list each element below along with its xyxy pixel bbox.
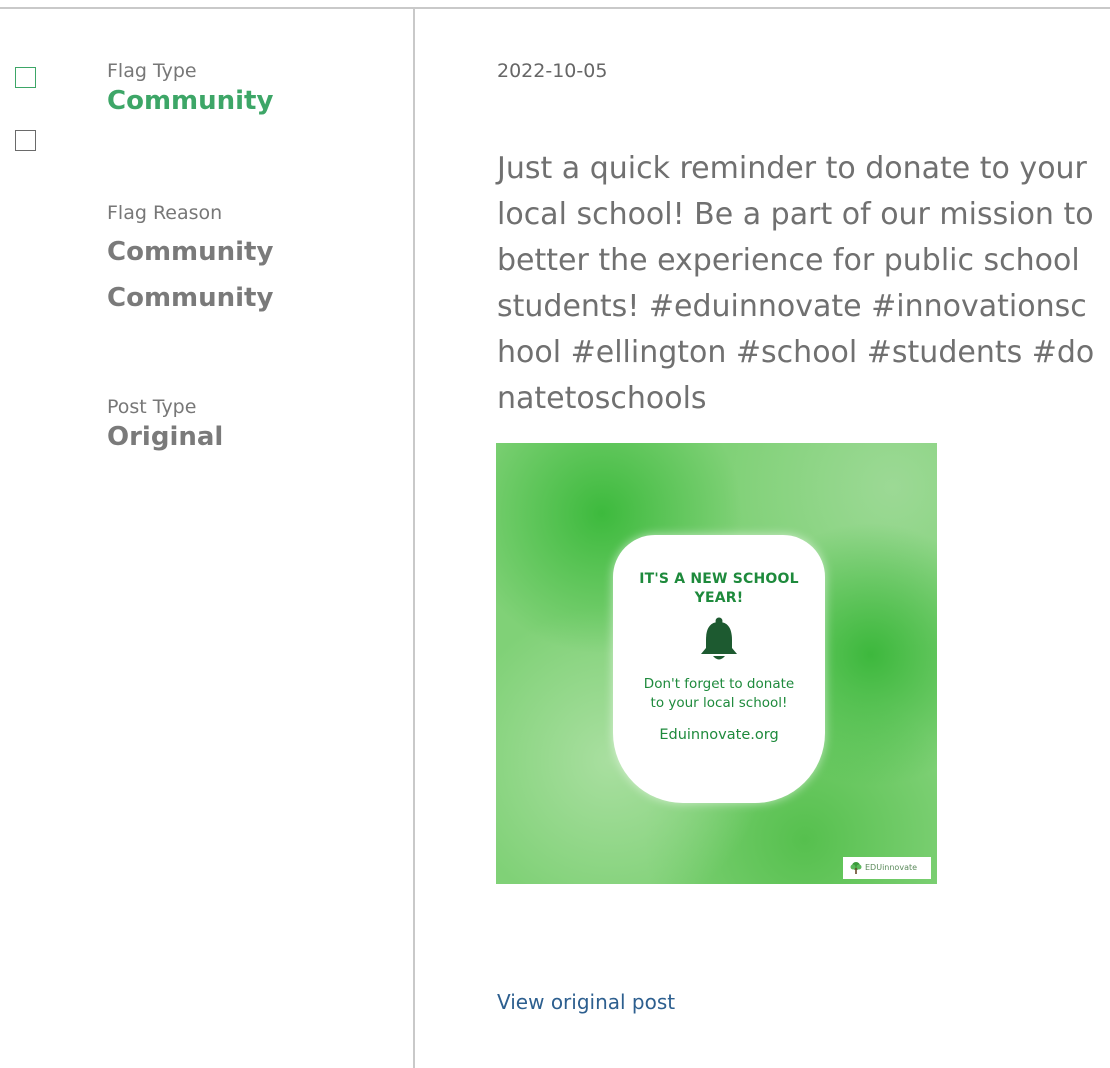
select-checkbox[interactable] bbox=[15, 67, 36, 88]
flag-type-section: Flag Type Community bbox=[107, 58, 273, 118]
image-url-text: Eduinnovate.org bbox=[659, 727, 779, 743]
post-text: Just a quick reminder to donate to your … bbox=[497, 151, 1095, 416]
bell-icon bbox=[701, 617, 737, 660]
flag-reason-value: Community bbox=[107, 283, 274, 313]
flagged-post-view: Flag Type Community Flag Reason Communit… bbox=[0, 0, 1110, 1068]
flag-reason-label: Flag Reason bbox=[107, 202, 223, 224]
flag-type-value: Community bbox=[107, 86, 274, 116]
image-body-text: Don't forget to donate to your local sch… bbox=[643, 676, 795, 711]
image-card: IT'S A NEW SCHOOL YEAR! Don't forget to … bbox=[613, 535, 825, 803]
flag-reason-value: Community bbox=[107, 237, 274, 267]
secondary-checkbox[interactable] bbox=[15, 130, 36, 151]
top-divider bbox=[0, 7, 1110, 9]
image-headline: IT'S A NEW SCHOOL YEAR! bbox=[639, 571, 799, 606]
logo-text: EDUinnovate bbox=[865, 863, 918, 872]
view-original-post-link[interactable]: View original post bbox=[497, 990, 675, 1014]
flag-type-label: Flag Type bbox=[107, 60, 197, 82]
post-type-value: Original bbox=[107, 422, 224, 452]
post-type-section: Post Type Original bbox=[107, 394, 223, 454]
post-type-label: Post Type bbox=[107, 396, 197, 418]
column-divider bbox=[413, 7, 415, 1068]
post-image[interactable]: IT'S A NEW SCHOOL YEAR! Don't forget to … bbox=[496, 443, 937, 884]
tree-icon bbox=[850, 861, 862, 874]
post-date: 2022-10-05 bbox=[497, 60, 608, 82]
flag-reason-section: Flag Reason Community Community bbox=[107, 200, 273, 318]
eduinnovate-logo: EDUinnovate bbox=[843, 857, 931, 879]
